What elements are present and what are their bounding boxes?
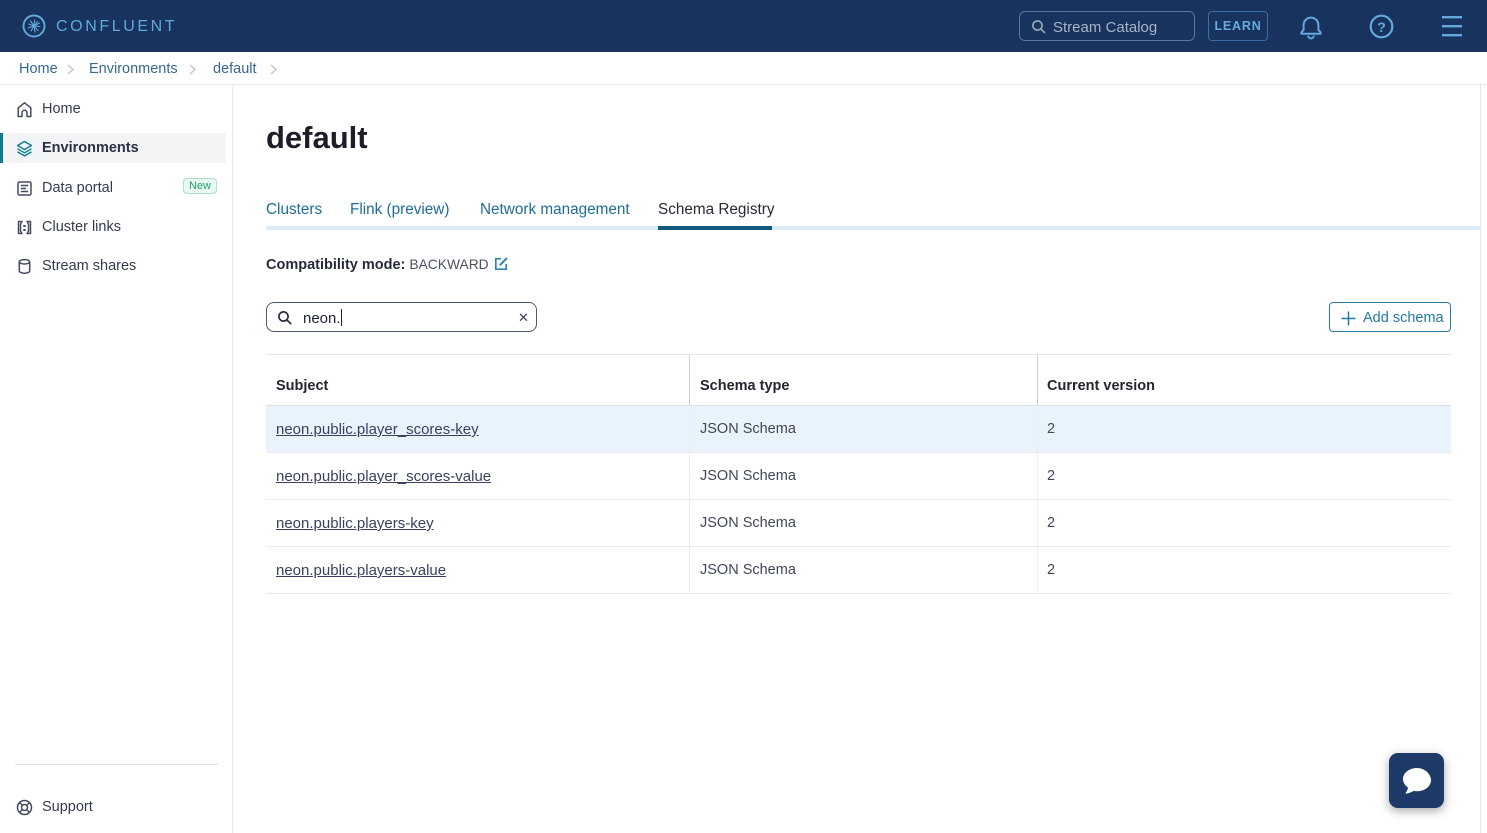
svg-text:?: ? (1377, 19, 1386, 35)
